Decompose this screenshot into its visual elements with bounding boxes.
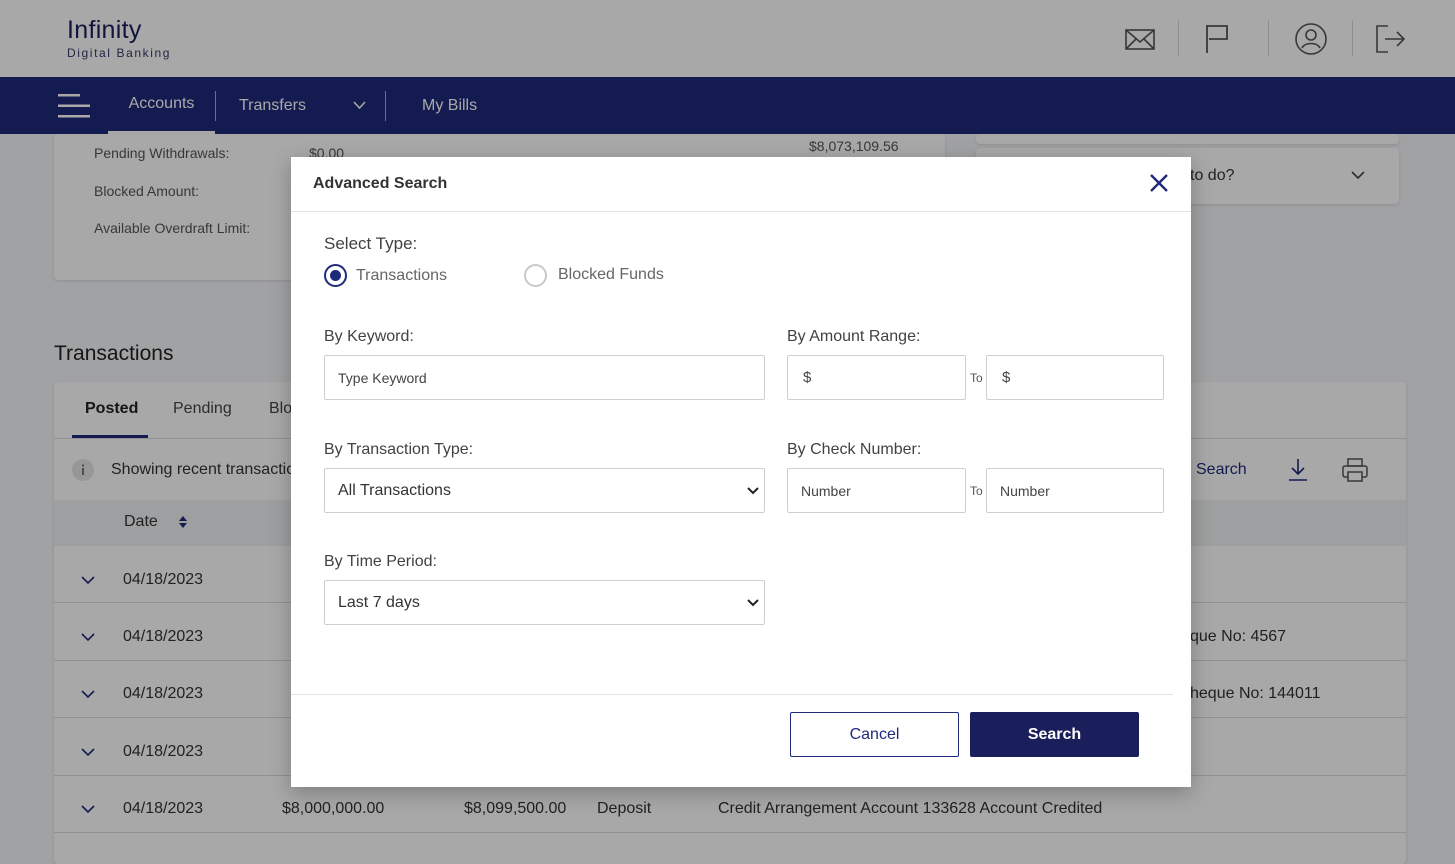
keyword-label: By Keyword: — [324, 328, 414, 345]
keyword-input[interactable] — [324, 355, 765, 400]
radio-blocked-funds[interactable] — [524, 264, 547, 287]
cancel-button[interactable]: Cancel — [790, 712, 959, 757]
check-to-label: To — [970, 484, 983, 498]
amount-to-input[interactable] — [986, 355, 1164, 400]
chevron-down-icon — [747, 487, 759, 495]
radio-transactions[interactable] — [324, 264, 347, 287]
transaction-type-label: By Transaction Type: — [324, 441, 474, 458]
chevron-down-icon — [747, 599, 759, 607]
select-type-label: Select Type: — [324, 234, 418, 253]
time-period-value: Last 7 days — [338, 594, 420, 611]
time-period-label: By Time Period: — [324, 553, 437, 570]
transaction-type-select[interactable]: All Transactions — [324, 468, 765, 513]
search-button[interactable]: Search — [970, 712, 1139, 757]
check-from-input[interactable] — [787, 468, 966, 513]
check-number-label: By Check Number: — [787, 441, 922, 458]
amount-from-input[interactable] — [787, 355, 966, 400]
time-period-select[interactable]: Last 7 days — [324, 580, 765, 625]
modal-title: Advanced Search — [313, 175, 448, 192]
modal-footer-divider — [291, 694, 1173, 695]
currency-symbol: $ — [803, 369, 812, 386]
amount-range-label: By Amount Range: — [787, 328, 921, 345]
transaction-type-value: All Transactions — [338, 482, 451, 499]
amount-to-label: To — [970, 371, 983, 385]
advanced-search-modal: Advanced Search Select Type: Transaction… — [291, 157, 1191, 787]
radio-blocked-funds-label[interactable]: Blocked Funds — [558, 266, 664, 284]
check-to-input[interactable] — [986, 468, 1164, 513]
currency-symbol: $ — [1002, 369, 1011, 386]
radio-transactions-label[interactable]: Transactions — [356, 267, 447, 285]
close-icon[interactable] — [1148, 172, 1170, 194]
modal-header-divider — [291, 211, 1191, 212]
